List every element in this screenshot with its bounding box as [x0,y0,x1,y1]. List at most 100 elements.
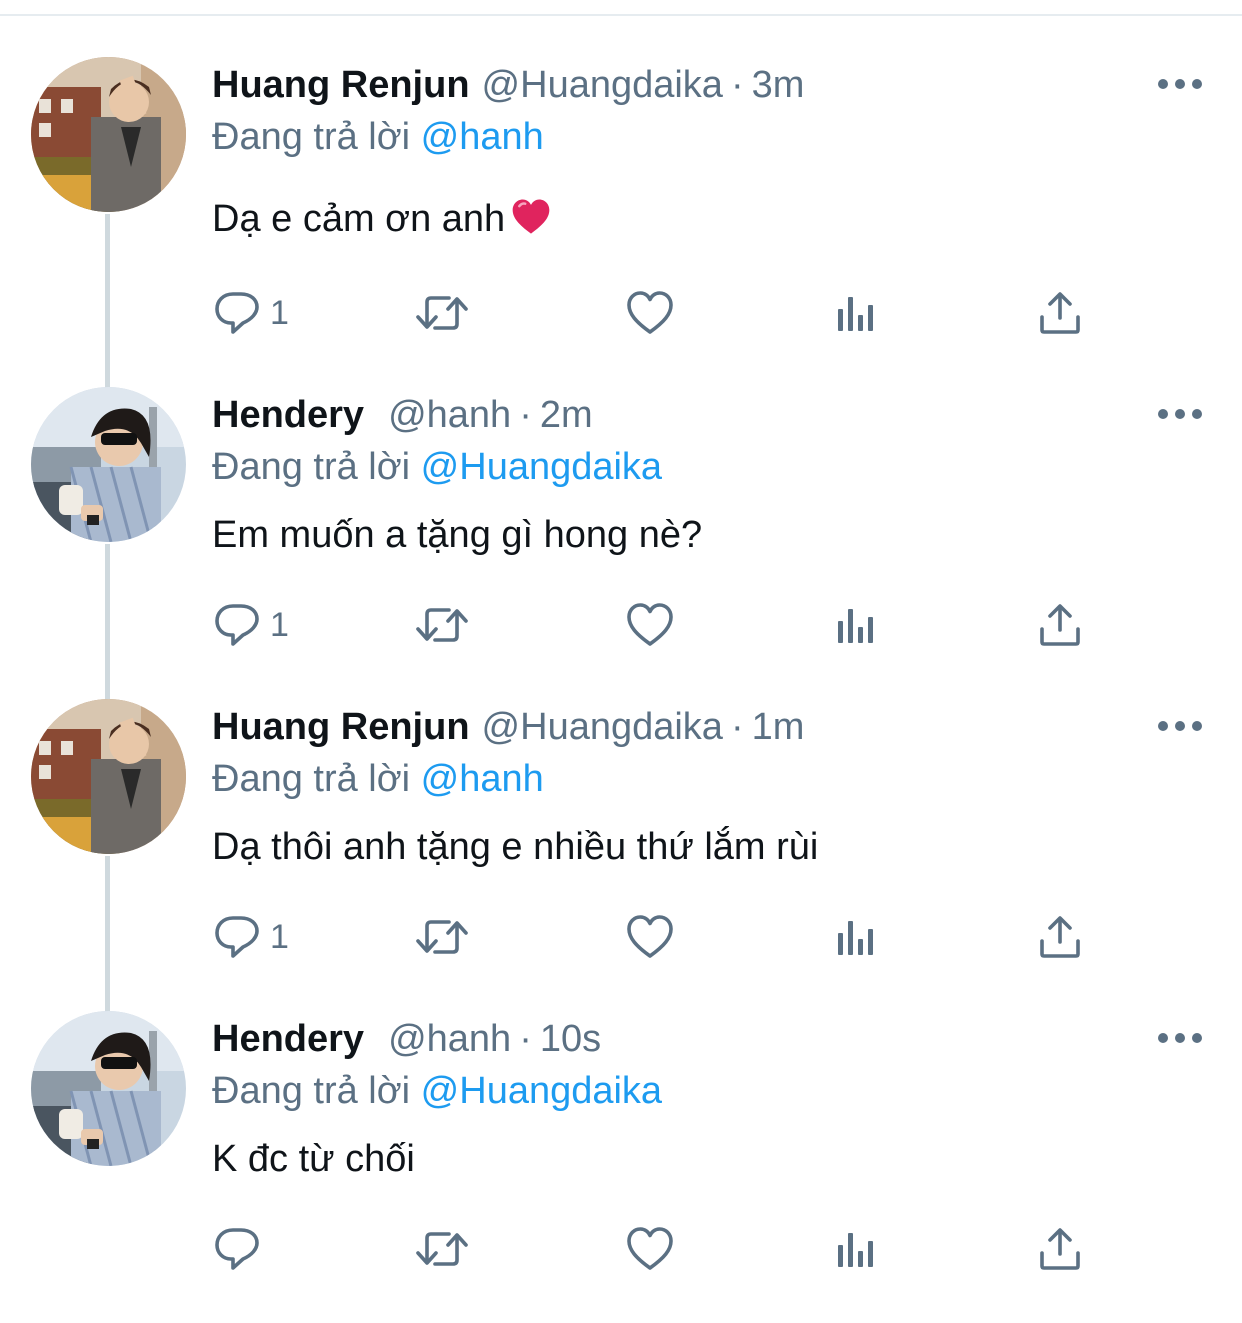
like-button[interactable] [626,285,674,341]
replying-to: Đang trả lời @Huangdaika [212,443,662,491]
reply-button[interactable]: 1 [214,909,289,965]
retweet-button[interactable] [415,597,469,653]
more-icon[interactable] [1158,1033,1202,1045]
replying-to: Đang trả lời @hanh [212,755,544,803]
like-icon [626,914,674,960]
separator-dot: · [519,394,532,436]
like-icon [626,602,674,648]
replying-to: Đang trả lời @hanh [212,113,544,161]
analytics-button[interactable] [834,909,878,965]
analytics-icon [834,603,878,647]
replying-to-label: Đang trả lời [212,116,411,158]
avatar[interactable] [31,699,186,854]
like-icon [626,290,674,336]
share-button[interactable] [1038,1221,1082,1277]
retweet-button[interactable] [415,1221,469,1277]
separator-dot: · [519,1018,532,1060]
mention-link[interactable]: @hanh [421,758,544,800]
share-icon [1038,291,1082,335]
reply-icon [214,1226,260,1272]
display-name[interactable]: Huang Renjun [212,706,470,748]
analytics-icon [834,915,878,959]
like-icon [626,1226,674,1272]
share-button[interactable] [1038,285,1082,341]
reply-count: 1 [270,918,289,956]
timestamp[interactable]: 3m [752,64,805,106]
timestamp[interactable]: 1m [752,706,805,748]
retweet-icon [415,602,469,648]
share-button[interactable] [1038,597,1082,653]
tweet[interactable]: Hendery @hanh · 10s Đang trả lời @Huangdaik… [0,1011,1242,1323]
tweet-text-content: Em muốn a tặng gì hong nè? [212,514,703,556]
like-button[interactable] [626,597,674,653]
analytics-icon [834,291,878,335]
replying-to: Đang trả lời @Huangdaika [212,1067,662,1115]
retweet-button[interactable] [415,909,469,965]
analytics-button[interactable] [834,285,878,341]
more-icon[interactable] [1158,721,1202,733]
replying-to-label: Đang trả lời [212,446,411,488]
analytics-button[interactable] [834,1221,878,1277]
user-handle[interactable]: @hanh [388,394,511,436]
tweet-text: Dạ thôi anh tặng e nhiều thứ lắm rùi [212,821,818,873]
reply-button[interactable]: 1 [214,285,289,341]
avatar-image [31,57,186,212]
tweet-header: Huang Renjun @Huangdaika · 3m [212,61,804,109]
reply-button[interactable]: 1 [214,597,289,653]
more-icon[interactable] [1158,409,1202,421]
share-icon [1038,915,1082,959]
replying-to-label: Đang trả lời [212,1070,411,1112]
user-handle[interactable]: @Huangdaika [482,64,723,106]
separator-dot: · [730,64,744,106]
display-name[interactable]: Hendery [212,394,364,436]
tweet-header: Huang Renjun @Huangdaika · 1m [212,703,804,751]
avatar-image [31,387,186,542]
retweet-button[interactable] [415,285,469,341]
tweet-text: Em muốn a tặng gì hong nè? [212,509,702,561]
like-button[interactable] [626,909,674,965]
tweet-header: Hendery @hanh · 10s [212,1015,601,1063]
reply-icon [214,290,260,336]
share-button[interactable] [1038,909,1082,965]
tweet-text: Dạ e cảm ơn anh [212,193,551,245]
avatar-image [31,699,186,854]
retweet-icon [415,914,469,960]
tweet-actions: 1 [0,909,1242,965]
user-handle[interactable]: @hanh [388,1018,511,1060]
timestamp[interactable]: 10s [540,1018,601,1060]
separator-dot: · [730,706,744,748]
tweet-text: K đc từ chối [212,1133,415,1185]
replying-to-label: Đang trả lời [212,758,411,800]
tweet-text-content: K đc từ chối [212,1138,415,1180]
tweet-actions [0,1221,1242,1277]
timestamp[interactable]: 2m [540,394,593,436]
user-handle[interactable]: @Huangdaika [482,706,723,748]
analytics-button[interactable] [834,597,878,653]
mention-link[interactable]: @hanh [421,116,544,158]
retweet-icon [415,1226,469,1272]
reply-icon [214,602,260,648]
display-name[interactable]: Huang Renjun [212,64,470,106]
more-icon[interactable] [1158,79,1202,91]
avatar-image [31,1011,186,1166]
tweet[interactable]: Huang Renjun @Huangdaika · 1m Đang trả lời … [0,699,1242,1011]
tweet-text-content: Dạ e cảm ơn anh [212,198,506,240]
tweet[interactable]: Hendery @hanh · 2m Đang trả lời @Huangdaika… [0,387,1242,699]
mention-link[interactable]: @Huangdaika [421,446,662,488]
share-icon [1038,1227,1082,1271]
reply-icon [214,914,260,960]
like-button[interactable] [626,1221,674,1277]
avatar[interactable] [31,1011,186,1166]
top-divider [0,14,1242,16]
heart-emoji-icon [511,197,551,251]
reply-count: 1 [270,294,289,332]
tweet[interactable]: Huang Renjun @Huangdaika · 3m Đang trả lời … [0,57,1242,369]
tweet-header: Hendery @hanh · 2m [212,391,593,439]
avatar[interactable] [31,387,186,542]
avatar[interactable] [31,57,186,212]
reply-button[interactable] [214,1221,270,1277]
tweet-actions: 1 [0,285,1242,341]
retweet-icon [415,290,469,336]
mention-link[interactable]: @Huangdaika [421,1070,662,1112]
display-name[interactable]: Hendery [212,1018,364,1060]
